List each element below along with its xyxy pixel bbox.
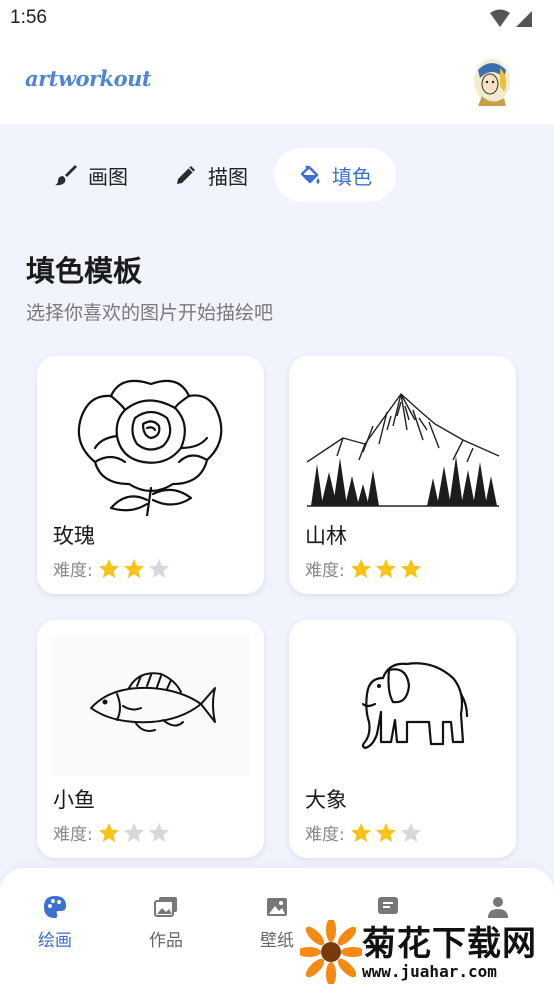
tab-fill-color-label: 填色 [332,164,372,189]
difficulty-label: 难度: [53,825,93,845]
star-filled-icon [350,558,371,578]
star-filled-icon [400,558,421,578]
difficulty-stars [97,821,171,845]
watermark-text: 菊花下载网 [362,924,537,964]
difficulty-stars [97,557,171,581]
app-bar: artworkout [0,38,554,124]
flower-icon [300,920,362,984]
star-filled-icon [375,558,396,578]
star-filled-icon [375,822,396,842]
tab-draw[interactable]: 画图 [30,148,152,202]
nav-item-works[interactable]: 作品 [126,894,206,951]
template-name: 玫瑰 [53,524,95,548]
tab-trace[interactable]: 描图 [150,148,272,202]
difficulty-row: 难度: [305,820,423,845]
template-card-fish[interactable]: 小鱼 难度: [37,620,264,858]
star-empty-icon [400,822,421,842]
star-filled-icon [123,558,144,578]
brush-icon [55,165,77,186]
tab-draw-label: 画图 [88,164,128,189]
gallery-icon [154,897,177,917]
difficulty-label: 难度: [53,561,93,581]
template-card-rose[interactable]: 玫瑰 难度: [37,356,264,594]
watermark-url: www.juahar.com [362,962,497,981]
difficulty-stars [349,557,423,581]
avatar[interactable] [470,56,514,106]
star-empty-icon [123,822,144,842]
mountain-forest-illustration [306,393,500,507]
template-card-mountain-forest[interactable]: 山林 难度: [289,356,516,594]
difficulty-row: 难度: [53,820,171,845]
pencil-icon [177,166,195,184]
mode-tabs: 画图 描图 填色 [30,148,410,202]
star-filled-icon [350,822,371,842]
palette-icon [44,896,66,918]
section-subtitle: 选择你喜欢的图片开始描绘吧 [26,302,274,324]
difficulty-label: 难度: [305,561,345,581]
template-name: 山林 [305,524,347,548]
signal-icons [490,9,532,27]
status-time: 1:56 [10,7,47,28]
star-filled-icon [98,558,119,578]
nav-item-label: 绘画 [38,931,72,951]
difficulty-label: 难度: [305,825,345,845]
elephant-illustration [361,662,469,750]
tab-trace-label: 描图 [208,164,248,189]
difficulty-row: 难度: [53,556,171,581]
tab-fill-color[interactable]: 填色 [274,148,396,202]
watermark: 菊花下载网 www.juahar.com [300,912,554,984]
star-empty-icon [148,822,169,842]
template-name: 小鱼 [53,788,95,812]
nav-item-label: 作品 [149,931,183,951]
paint-bucket-icon [300,165,320,184]
nav-item-label: 壁纸 [260,931,294,951]
nav-item-draw[interactable]: 绘画 [15,894,95,951]
section-title: 填色模板 [26,254,143,288]
template-card-elephant[interactable]: 大象 难度: [289,620,516,858]
difficulty-stars [349,821,423,845]
image-icon [267,898,287,916]
rose-illustration [77,379,223,516]
difficulty-row: 难度: [305,556,423,581]
template-name: 大象 [305,788,347,812]
app-logo: artworkout [25,66,152,91]
star-filled-icon [98,822,119,842]
star-empty-icon [148,558,169,578]
status-bar: 1:56 [0,0,554,38]
fish-illustration [51,636,250,776]
